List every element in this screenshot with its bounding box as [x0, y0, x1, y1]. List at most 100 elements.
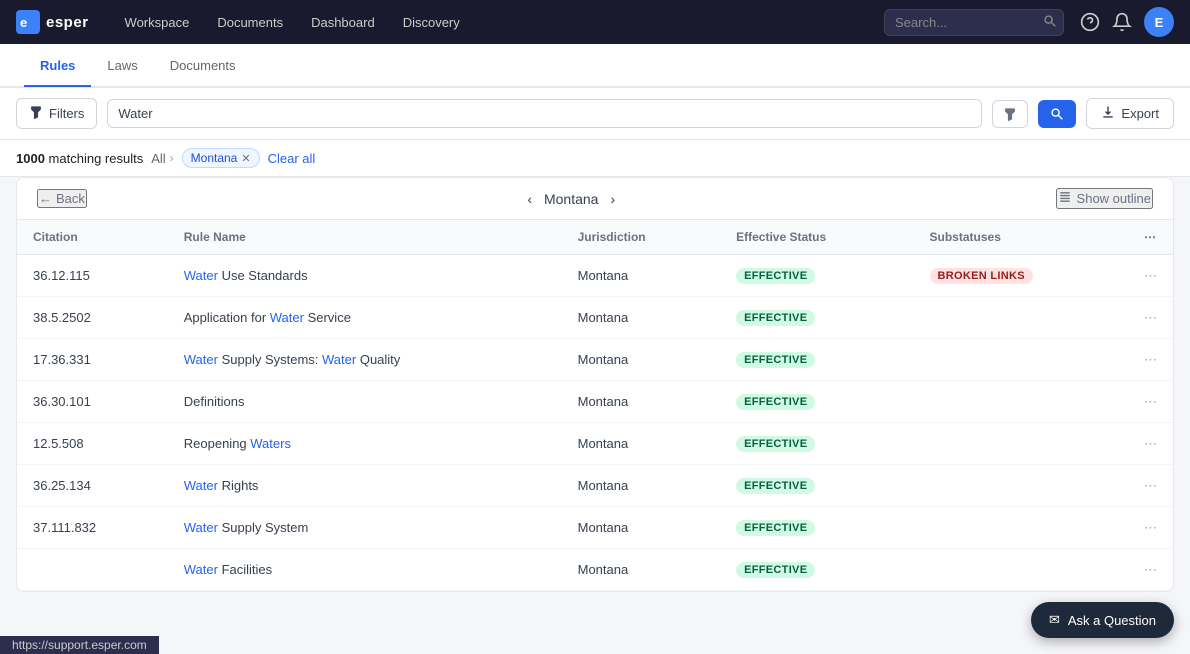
col-substatuses: Substatuses: [914, 220, 1128, 255]
tab-documents[interactable]: Documents: [154, 46, 252, 87]
cell-citation: [17, 549, 168, 591]
active-filter-tag: Montana ✕: [182, 148, 260, 168]
cell-substatus: [914, 465, 1128, 507]
cell-jurisdiction: Montana: [562, 297, 721, 339]
cell-substatus: [914, 423, 1128, 465]
cell-rule-name[interactable]: Water Rights: [168, 465, 562, 507]
clear-all-link[interactable]: Clear all: [268, 151, 316, 166]
ask-question-label: Ask a Question: [1068, 613, 1156, 628]
results-count: 1000 matching results: [16, 151, 143, 166]
nav-search-box[interactable]: [884, 9, 1064, 36]
cell-rule-name[interactable]: Application for Water Service: [168, 297, 562, 339]
cell-status: EFFECTIVE: [720, 255, 913, 297]
nav-icon-group: E: [1080, 7, 1174, 37]
cell-rule-name[interactable]: Water Supply Systems: Water Quality: [168, 339, 562, 381]
main-search-box[interactable]: [107, 99, 982, 128]
status-url: https://support.esper.com: [12, 638, 147, 652]
back-label: Back: [56, 191, 85, 206]
filters-button[interactable]: Filters: [16, 98, 97, 129]
cell-rule-name[interactable]: Definitions: [168, 381, 562, 423]
cell-rule-name[interactable]: Water Use Standards: [168, 255, 562, 297]
filters-label: Filters: [49, 106, 84, 121]
table-row[interactable]: 38.5.2502Application for Water ServiceMo…: [17, 297, 1173, 339]
cell-rule-name[interactable]: Water Supply System: [168, 507, 562, 549]
ask-question-button[interactable]: ✉ Ask a Question: [1031, 602, 1174, 638]
cell-more-options[interactable]: ⋯: [1128, 549, 1173, 591]
nav-links: Workspace Documents Dashboard Discovery: [113, 11, 884, 34]
cell-more-options[interactable]: ⋯: [1128, 465, 1173, 507]
filter-options-button[interactable]: [992, 100, 1028, 128]
cell-substatus: [914, 549, 1128, 591]
cell-citation: 17.36.331: [17, 339, 168, 381]
table-row[interactable]: Water FacilitiesMontanaEFFECTIVE⋯: [17, 549, 1173, 591]
cell-citation: 36.12.115: [17, 255, 168, 297]
table-row[interactable]: 36.25.134Water RightsMontanaEFFECTIVE⋯: [17, 465, 1173, 507]
cell-status: EFFECTIVE: [720, 549, 913, 591]
remove-filter-button[interactable]: ✕: [241, 152, 250, 165]
cell-substatus: [914, 507, 1128, 549]
tab-laws[interactable]: Laws: [91, 46, 153, 87]
show-outline-button[interactable]: Show outline: [1056, 188, 1153, 209]
next-icon[interactable]: ›: [610, 191, 615, 207]
back-button[interactable]: ← Back: [37, 189, 87, 208]
filter-tag-label: Montana: [191, 151, 238, 165]
table-row[interactable]: 36.12.115Water Use StandardsMontanaEFFEC…: [17, 255, 1173, 297]
tab-rules[interactable]: Rules: [24, 46, 91, 87]
prev-icon[interactable]: ‹: [527, 191, 532, 207]
montana-title: ‹ Montana ›: [527, 191, 615, 207]
cell-more-options[interactable]: ⋯: [1128, 255, 1173, 297]
cell-substatus: BROKEN LINKS: [914, 255, 1128, 297]
app-logo[interactable]: e esper: [16, 10, 89, 34]
show-outline-label: Show outline: [1077, 191, 1151, 206]
nav-workspace[interactable]: Workspace: [113, 11, 202, 34]
help-icon-button[interactable]: [1080, 12, 1100, 32]
cell-jurisdiction: Montana: [562, 255, 721, 297]
results-summary-row: 1000 matching results All › Montana ✕ Cl…: [0, 140, 1190, 177]
cell-jurisdiction: Montana: [562, 465, 721, 507]
cell-status: EFFECTIVE: [720, 297, 913, 339]
notification-icon-button[interactable]: [1112, 12, 1132, 32]
table-row[interactable]: 37.111.832Water Supply SystemMontanaEFFE…: [17, 507, 1173, 549]
export-icon: [1101, 105, 1115, 122]
cell-citation: 12.5.508: [17, 423, 168, 465]
nav-search-input[interactable]: [895, 15, 1035, 30]
filter-icon: [29, 105, 43, 122]
cell-status: EFFECTIVE: [720, 423, 913, 465]
cell-rule-name[interactable]: Reopening Waters: [168, 423, 562, 465]
table-row[interactable]: 17.36.331Water Supply Systems: Water Qua…: [17, 339, 1173, 381]
cell-jurisdiction: Montana: [562, 339, 721, 381]
nav-documents[interactable]: Documents: [205, 11, 295, 34]
main-search-input[interactable]: [118, 106, 971, 121]
filter-bar: Filters Export: [0, 88, 1190, 140]
export-button[interactable]: Export: [1086, 98, 1174, 129]
user-avatar[interactable]: E: [1144, 7, 1174, 37]
cell-status: EFFECTIVE: [720, 507, 913, 549]
cell-more-options[interactable]: ⋯: [1128, 507, 1173, 549]
cell-more-options[interactable]: ⋯: [1128, 381, 1173, 423]
tabs-bar: Rules Laws Documents: [0, 44, 1190, 88]
col-more: ⋯: [1128, 220, 1173, 255]
cell-citation: 38.5.2502: [17, 297, 168, 339]
search-go-button[interactable]: [1038, 100, 1076, 128]
nav-discovery[interactable]: Discovery: [391, 11, 472, 34]
cell-jurisdiction: Montana: [562, 507, 721, 549]
col-citation: Citation: [17, 220, 168, 255]
cell-more-options[interactable]: ⋯: [1128, 297, 1173, 339]
table-row[interactable]: 36.30.101DefinitionsMontanaEFFECTIVE ⋯: [17, 381, 1173, 423]
cell-rule-name[interactable]: Water Facilities: [168, 549, 562, 591]
main-content-area: ← Back ‹ Montana › Show outline Citation…: [16, 177, 1174, 592]
cell-jurisdiction: Montana: [562, 381, 721, 423]
nav-dashboard[interactable]: Dashboard: [299, 11, 387, 34]
outline-icon: [1058, 190, 1072, 207]
cell-status: EFFECTIVE: [720, 381, 913, 423]
cell-citation: 36.25.134: [17, 465, 168, 507]
cell-citation: 36.30.101: [17, 381, 168, 423]
cell-more-options[interactable]: ⋯: [1128, 339, 1173, 381]
table-header: Citation Rule Name Jurisdiction Effectiv…: [17, 220, 1173, 255]
breadcrumb-all: All: [151, 151, 165, 166]
col-effective-status: Effective Status: [720, 220, 913, 255]
cell-status: EFFECTIVE: [720, 339, 913, 381]
top-navigation: e esper Workspace Documents Dashboard Di…: [0, 0, 1190, 44]
cell-more-options[interactable]: ⋯: [1128, 423, 1173, 465]
table-row[interactable]: 12.5.508Reopening WatersMontanaEFFECTIVE…: [17, 423, 1173, 465]
